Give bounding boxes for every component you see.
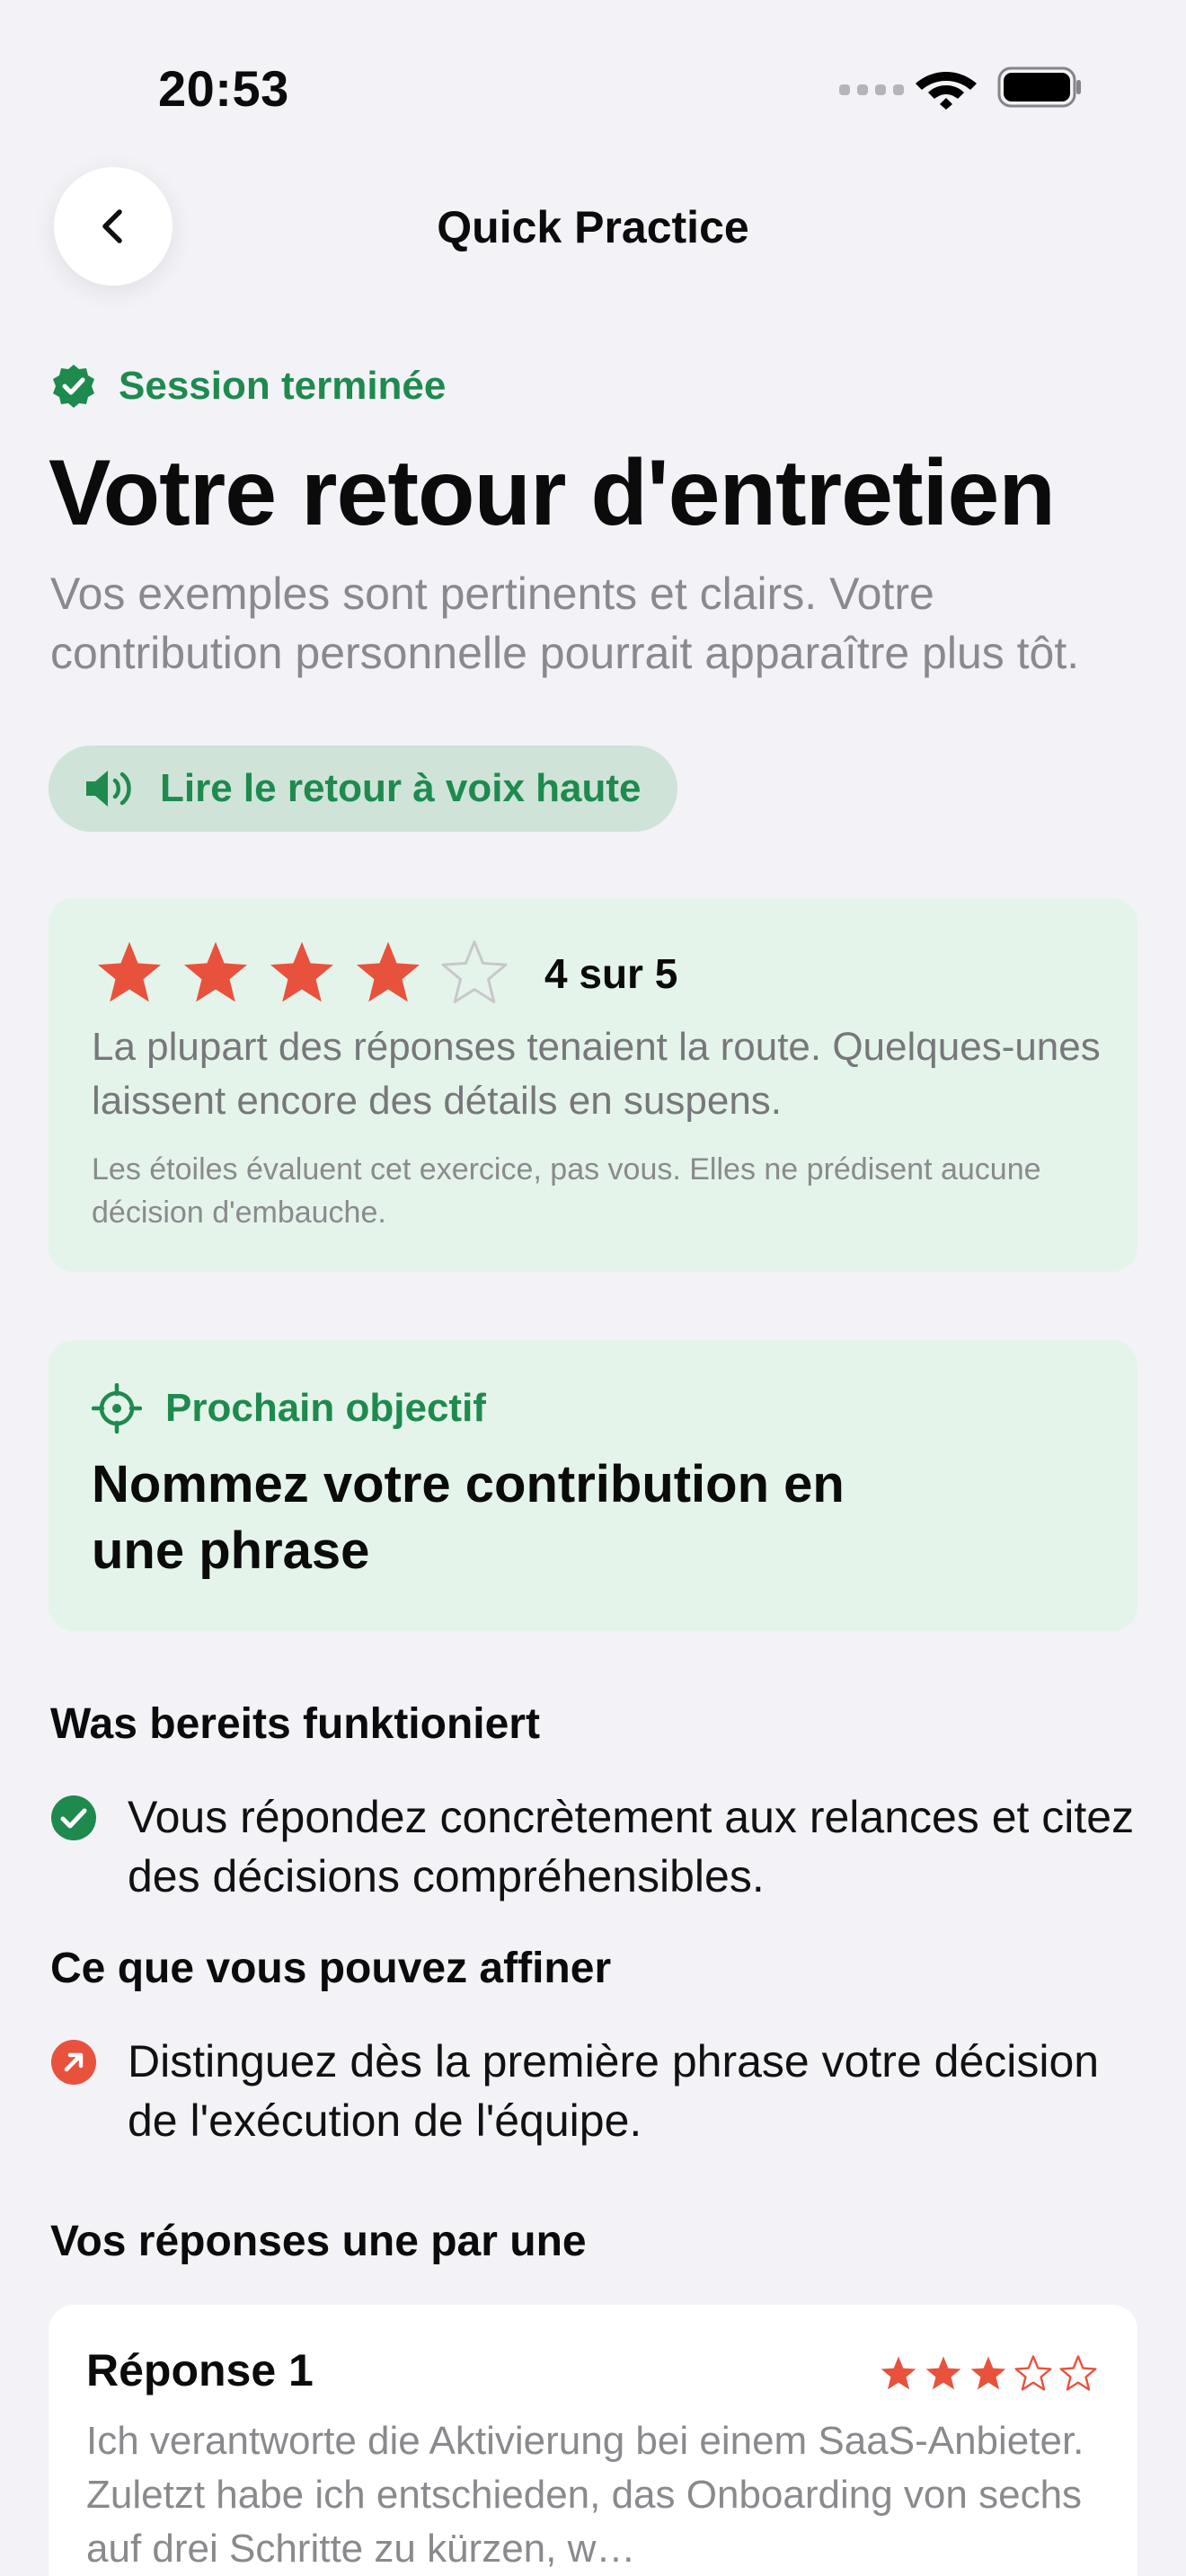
strengths-heading: Was bereits funktioniert (50, 1700, 540, 1748)
next-goal-label: Prochain objectif (165, 1386, 486, 1430)
answer-rating-stars (879, 2355, 1098, 2393)
next-goal-card: Prochain objectif Nommez votre contribut… (49, 1340, 1137, 1631)
star-filled-icon (881, 2356, 916, 2390)
improvements-heading: Ce que vous pouvez affiner (50, 1945, 612, 1992)
page-title: Votre retour d'entretien (49, 441, 1056, 545)
answer-text: Ich verantworte die Aktivierung bei eine… (86, 2419, 1084, 2571)
arrow-up-right-circle-icon (51, 2040, 96, 2085)
target-icon (92, 1383, 142, 1434)
battery-icon (997, 66, 1081, 108)
answer-title: Réponse 1 (86, 2345, 314, 2395)
wifi-icon (916, 72, 977, 110)
answer-card[interactable]: Réponse 1 Ich verantworte die Aktivierun… (49, 2305, 1137, 2576)
rating-stars: 4 sur 5 (93, 940, 677, 1008)
rating-description: La plupart des réponses tenaient la rout… (92, 1025, 1101, 1123)
session-status: Session terminée (50, 363, 446, 410)
verified-badge-icon (53, 365, 94, 408)
speaker-icon (86, 771, 131, 807)
next-goal-header: Prochain objectif (92, 1383, 486, 1434)
cellular-signal-icon (839, 84, 904, 95)
star-filled-icon (270, 941, 334, 1002)
answers-heading: Vos réponses une par une (50, 2218, 587, 2265)
nav-title: Quick Practice (437, 202, 749, 252)
strength-item: Vous répondez concrètement aux relances … (50, 1787, 1146, 1906)
improvement-item: Distinguez dès la première phrase votre … (50, 2032, 1146, 2150)
star-empty-icon (441, 940, 508, 1003)
improvement-item-text: Distinguez dès la première phrase votre … (128, 2036, 1100, 2146)
star-filled-icon (356, 941, 420, 1002)
read-aloud-label: Lire le retour à voix haute (160, 766, 642, 810)
rating-card: 4 sur 5 La plupart des réponses tenaient… (49, 898, 1137, 1272)
star-filled-icon (970, 2356, 1006, 2390)
star-empty-icon (1014, 2355, 1052, 2391)
star-filled-icon (97, 941, 162, 1002)
rating-value-label: 4 sur 5 (544, 950, 678, 997)
status-time: 20:53 (158, 60, 289, 117)
checkmark-circle-icon (51, 1795, 96, 1840)
star-filled-icon (183, 941, 248, 1002)
star-empty-icon (1059, 2355, 1097, 2391)
read-aloud-button[interactable]: Lire le retour à voix haute (49, 745, 677, 832)
star-filled-icon (925, 2356, 961, 2390)
session-status-label: Session terminée (119, 364, 447, 408)
status-icons (839, 66, 1081, 110)
rating-disclaimer: Les étoiles évaluent cet exercice, pas v… (92, 1152, 1041, 1230)
next-goal-text: Nommez votre contribution en une phrase (92, 1455, 845, 1580)
feedback-summary: Vos exemples sont pertinents et clairs. … (50, 569, 1080, 678)
strength-item-text: Vous répondez concrètement aux relances … (128, 1792, 1135, 1901)
